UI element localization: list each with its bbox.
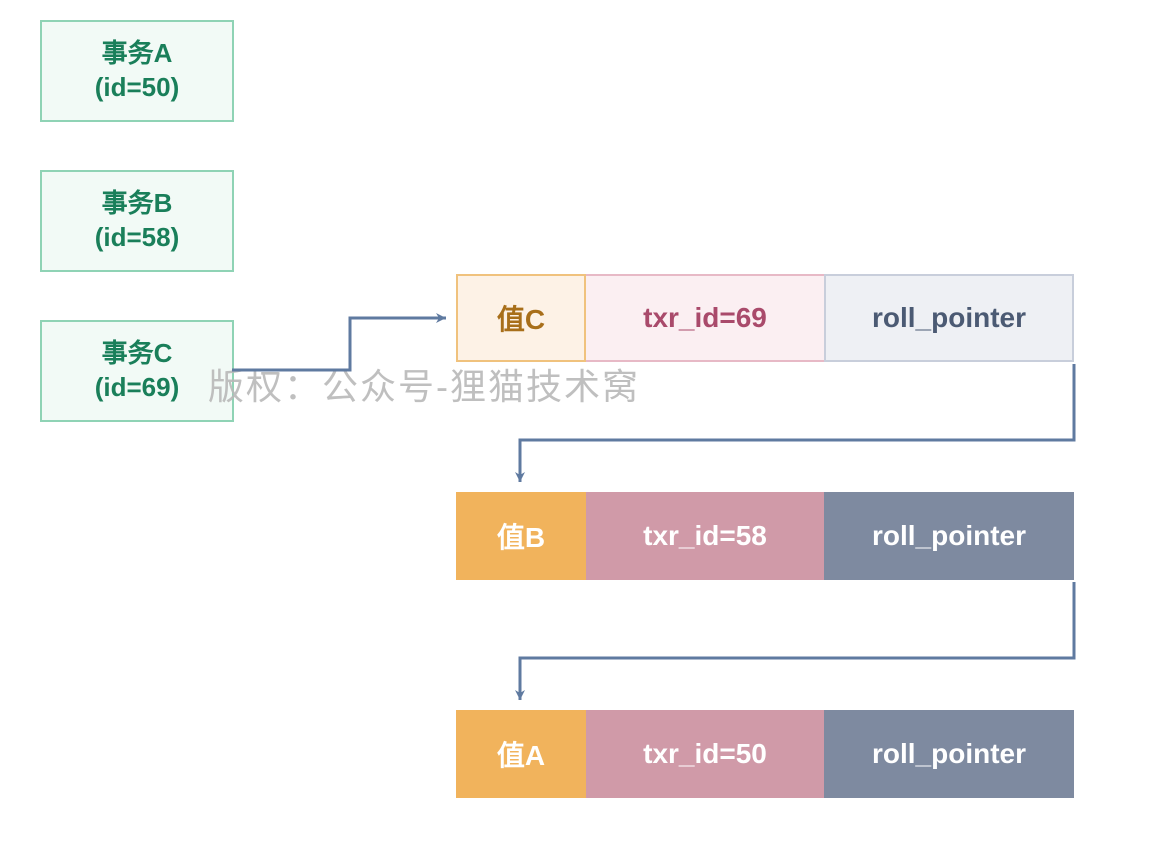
transaction-box-b: 事务B (id=58)	[40, 170, 234, 272]
version-c-txr: txr_id=69	[586, 274, 824, 362]
version-a-value: 值A	[456, 710, 586, 798]
transaction-box-c: 事务C (id=69)	[40, 320, 234, 422]
watermark-text: 版权：公众号-狸猫技术窝	[208, 358, 640, 410]
transaction-a-id: (id=50)	[95, 71, 180, 105]
transaction-c-label: 事务C	[102, 337, 173, 371]
version-row-c: 值C txr_id=69 roll_pointer	[456, 274, 1074, 362]
version-row-a: 值A txr_id=50 roll_pointer	[456, 710, 1074, 798]
version-b-txr: txr_id=58	[586, 492, 824, 580]
version-b-rollpointer: roll_pointer	[824, 492, 1074, 580]
transaction-b-id: (id=58)	[95, 221, 180, 255]
version-c-rollpointer: roll_pointer	[824, 274, 1074, 362]
arrow-rowb-to-rowa	[520, 582, 1074, 700]
version-a-txr: txr_id=50	[586, 710, 824, 798]
transaction-c-id: (id=69)	[95, 371, 180, 405]
transaction-b-label: 事务B	[102, 187, 173, 221]
transaction-box-a: 事务A (id=50)	[40, 20, 234, 122]
transaction-a-label: 事务A	[102, 37, 173, 71]
diagram-stage: 事务A (id=50) 事务B (id=58) 事务C (id=69) 版权：公…	[0, 0, 1176, 844]
version-row-b: 值B txr_id=58 roll_pointer	[456, 492, 1074, 580]
version-b-value: 值B	[456, 492, 586, 580]
version-c-value: 值C	[456, 274, 586, 362]
version-a-rollpointer: roll_pointer	[824, 710, 1074, 798]
